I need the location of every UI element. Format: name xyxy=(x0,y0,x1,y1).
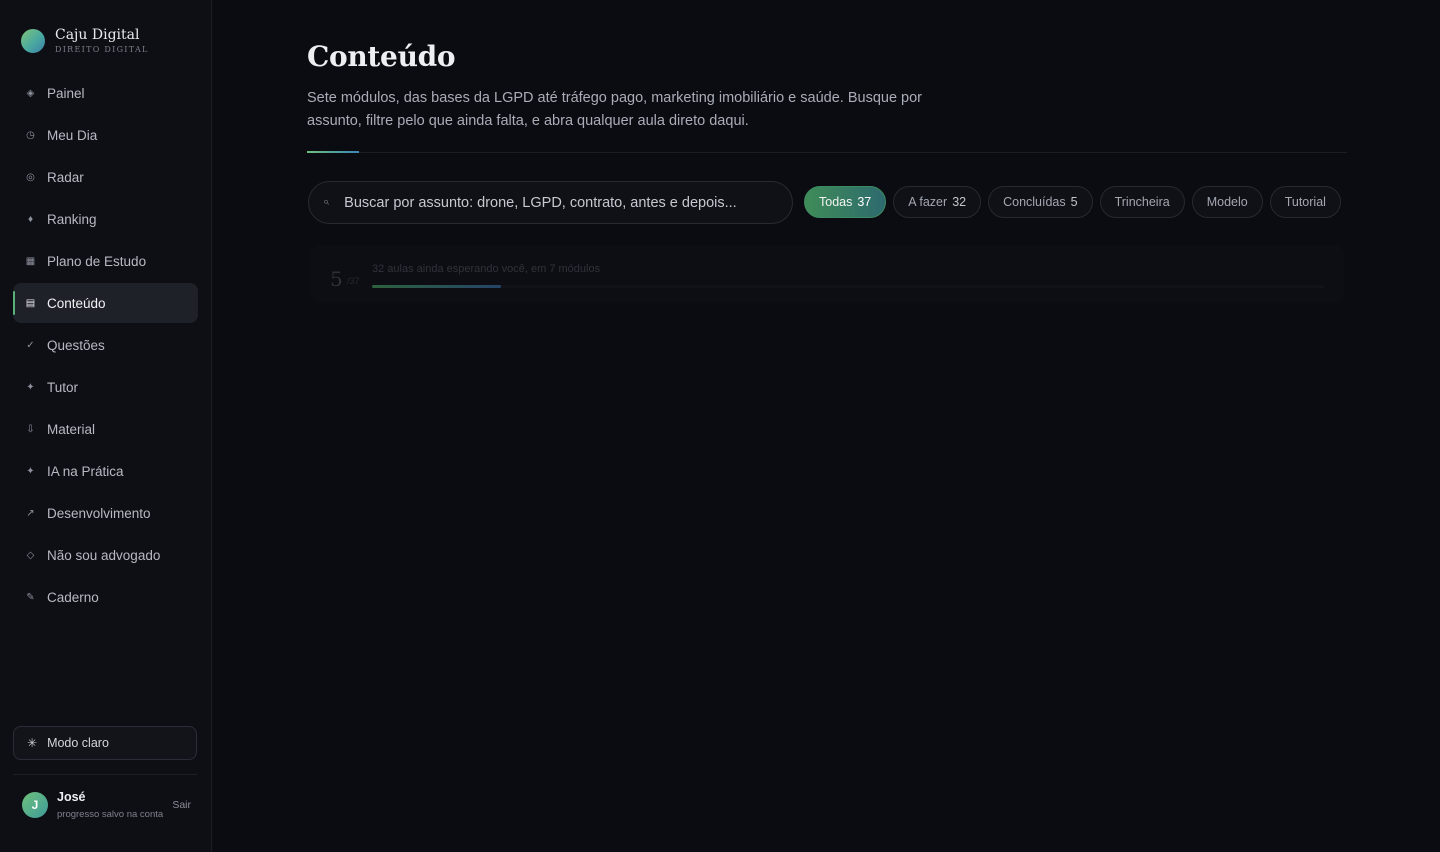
sidebar-item-label: Não sou advogado xyxy=(47,547,161,563)
diamond-icon: ◈ xyxy=(26,87,35,99)
sidebar-item-label: Desenvolvimento xyxy=(47,505,151,521)
header-divider-accent xyxy=(307,151,359,153)
app-root: Caju Digital DIREITO DIGITAL ◈ Painel ◷ … xyxy=(0,0,1440,852)
progress-total-count: /37 xyxy=(347,276,360,286)
filter-chip-concluidas[interactable]: Concluídas 5 xyxy=(988,186,1093,218)
sun-icon: ✳ xyxy=(27,736,38,750)
avatar[interactable]: J xyxy=(22,792,48,818)
filter-chip-label: Modelo xyxy=(1206,195,1248,209)
theme-toggle-label: Modo claro xyxy=(47,736,109,750)
diamond-outline-icon: ◇ xyxy=(26,549,35,561)
page-description: Sete módulos, das bases da LGPD até tráf… xyxy=(307,90,923,129)
user-status: progresso salvo na conta xyxy=(57,809,164,820)
user-panel: J José progresso salvo na conta Sair xyxy=(22,788,191,822)
filter-chip-count: 37 xyxy=(857,195,872,209)
logout-link[interactable]: Sair xyxy=(172,799,191,811)
sidebar-item-label: Plano de Estudo xyxy=(47,253,147,269)
filter-chip-count: 5 xyxy=(1070,195,1078,209)
sidebar-item-label: Questões xyxy=(47,337,105,353)
filter-chip-modelo[interactable]: Modelo xyxy=(1191,186,1263,218)
filter-chip-todas[interactable]: Todas 37 xyxy=(804,186,887,218)
sparkle-icon: ✦ xyxy=(26,465,35,477)
search-bar[interactable]: ⌕ xyxy=(308,181,793,224)
filter-chip-label: Tutorial xyxy=(1284,195,1326,209)
search-input[interactable] xyxy=(344,194,792,211)
progress-summary-card: 5 /37 32 aulas ainda esperando você, em … xyxy=(310,245,1344,303)
sidebar-item-label: Meu Dia xyxy=(47,127,98,143)
sidebar-item-desenvolvimento[interactable]: ↗ Desenvolvimento xyxy=(13,493,198,533)
pencil-icon: ✎ xyxy=(26,591,35,603)
sidebar-item-caderno[interactable]: ✎ Caderno xyxy=(13,577,198,617)
filter-chip-tutorial[interactable]: Tutorial xyxy=(1269,186,1341,218)
page-title: Conteúdo xyxy=(307,40,456,73)
sidebar-item-ranking[interactable]: ♦ Ranking xyxy=(13,199,198,239)
sidebar-item-radar[interactable]: ◎ Radar xyxy=(13,157,198,197)
brand-name: Caju Digital xyxy=(55,26,140,43)
check-icon: ✓ xyxy=(26,339,35,351)
header-divider xyxy=(307,152,1347,153)
sidebar: Caju Digital DIREITO DIGITAL ◈ Painel ◷ … xyxy=(0,0,212,852)
sidebar-item-questoes[interactable]: ✓ Questões xyxy=(13,325,198,365)
sidebar-item-material[interactable]: ⇩ Material xyxy=(13,409,198,449)
sidebar-item-label: Conteúdo xyxy=(47,295,106,311)
filter-chip-label: Todas xyxy=(819,195,853,209)
grid-icon: ▦ xyxy=(25,255,36,267)
brand[interactable]: Caju Digital DIREITO DIGITAL xyxy=(13,0,198,58)
sidebar-item-conteudo[interactable]: ▤ Conteúdo xyxy=(13,283,198,323)
download-icon: ⇩ xyxy=(26,423,35,435)
clock-icon: ◷ xyxy=(26,129,35,141)
progress-bar-fill xyxy=(372,285,501,288)
sidebar-item-label: Tutor xyxy=(47,379,79,395)
sidebar-item-tutor[interactable]: ✦ Tutor xyxy=(13,367,198,407)
brand-logo xyxy=(21,29,45,53)
filter-chip-trincheira[interactable]: Trincheira xyxy=(1099,186,1185,218)
sidebar-item-label: Radar xyxy=(47,169,84,185)
main-content: Conteúdo Sete módulos, das bases da LGPD… xyxy=(212,0,1440,852)
sidebar-item-label: Material xyxy=(47,421,96,437)
sidebar-item-label: Caderno xyxy=(47,589,99,605)
sidebar-item-ia-na-pratica[interactable]: ✦ IA na Prática xyxy=(13,451,198,491)
sidebar-item-label: Ranking xyxy=(47,211,97,227)
filter-chip-label: A fazer xyxy=(908,195,948,209)
trophy-icon: ♦ xyxy=(27,213,34,225)
filter-chip-label: Concluídas xyxy=(1003,195,1066,209)
sidebar-item-plano-de-estudo[interactable]: ▦ Plano de Estudo xyxy=(13,241,198,281)
theme-toggle-button[interactable]: ✳ Modo claro xyxy=(13,726,197,760)
progress-completed-count: 5 xyxy=(330,267,343,291)
sidebar-nav: ◈ Painel ◷ Meu Dia ◎ Radar ♦ Ranking ▦ P… xyxy=(13,73,198,617)
sidebar-item-nao-sou-advogado[interactable]: ◇ Não sou advogado xyxy=(13,535,198,575)
brand-text: Caju Digital DIREITO DIGITAL xyxy=(55,27,149,56)
sparkle-icon: ✦ xyxy=(26,381,35,393)
sidebar-item-meu-dia[interactable]: ◷ Meu Dia xyxy=(13,115,198,155)
user-info: José progresso salvo na conta xyxy=(57,788,172,822)
progress-label: 32 aulas ainda esperando você, em 7 módu… xyxy=(372,263,601,275)
sidebar-item-label: IA na Prática xyxy=(47,463,124,479)
progress-bar xyxy=(372,285,1324,288)
sidebar-item-label: Painel xyxy=(47,85,85,101)
filter-chip-count: 32 xyxy=(952,195,967,209)
arrow-up-right-icon: ↗ xyxy=(26,507,35,519)
filter-chip-label: Trincheira xyxy=(1114,195,1170,209)
sidebar-divider xyxy=(13,774,197,775)
filter-chip-a-fazer[interactable]: A fazer 32 xyxy=(893,186,982,218)
search-icon: ⌕ xyxy=(323,196,330,208)
brand-subtitle: DIREITO DIGITAL xyxy=(55,44,149,54)
sidebar-item-painel[interactable]: ◈ Painel xyxy=(13,73,198,113)
user-name: José xyxy=(57,790,86,804)
filter-chips: Todas 37 A fazer 32 Concluídas 5 Trinche… xyxy=(804,186,1341,218)
list-icon: ▤ xyxy=(25,297,36,309)
radar-icon: ◎ xyxy=(26,171,35,183)
